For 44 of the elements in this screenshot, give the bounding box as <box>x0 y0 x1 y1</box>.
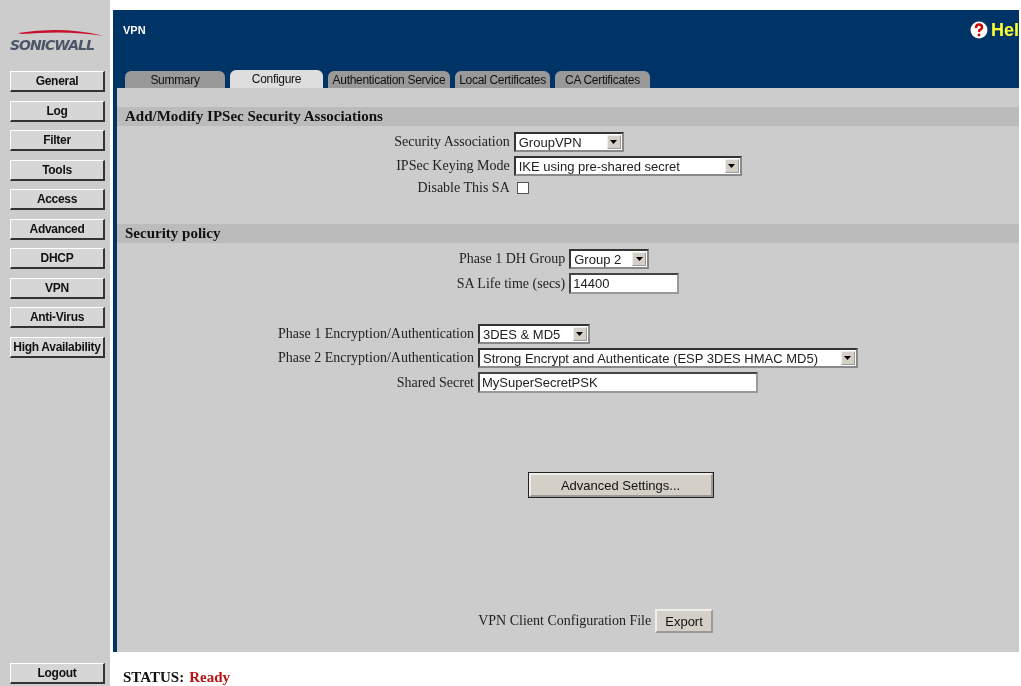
tab[interactable]: Summary <box>125 71 225 88</box>
section-header: Add/Modify IPSec Security Associations <box>117 107 1019 126</box>
field-label: Phase 1 DH Group <box>458 251 566 267</box>
nav-button[interactable]: Tools <box>10 159 105 181</box>
dropdown[interactable]: Strong Encrypt and Authenticate (ESP 3DES HMAC MD5) <box>478 348 858 368</box>
nav-button[interactable]: Log <box>10 100 105 122</box>
logout-button[interactable]: Logout <box>10 663 105 684</box>
status-label: STATUS: <box>123 669 185 686</box>
dropdown[interactable]: Group 2 <box>569 249 650 269</box>
nav-button[interactable]: DHCP <box>10 248 105 269</box>
input-field[interactable]: 14400 <box>569 273 680 294</box>
nav-button[interactable]: Advanced <box>10 218 105 240</box>
dropdown[interactable]: GroupVPN <box>513 132 624 152</box>
status-value: Ready <box>189 669 230 686</box>
export-button[interactable]: Export <box>655 609 713 633</box>
advanced-settings-button[interactable]: Advanced Settings... <box>528 473 713 497</box>
nav-button[interactable]: Filter <box>10 130 105 151</box>
question-icon <box>970 21 988 39</box>
input-field[interactable]: MySuperSecretPSK <box>478 372 758 393</box>
field-label: Phase 2 Encryption/Authentication <box>278 350 474 366</box>
help-link[interactable]: Hel <box>970 19 1019 41</box>
export-label: VPN Client Configuration File <box>478 613 652 629</box>
page-title: VPN <box>123 23 146 36</box>
field-label: Disable This SA <box>416 180 510 196</box>
field-label: Shared Secret <box>395 374 474 391</box>
nav-button[interactable]: High Availability <box>10 336 105 358</box>
nav-button[interactable]: General <box>10 71 105 92</box>
tab[interactable]: Configure <box>230 70 323 88</box>
nav-button[interactable]: VPN <box>10 277 105 299</box>
field-label: Security Association <box>394 134 510 150</box>
dropdown[interactable]: IKE using pre-shared secret <box>513 156 742 176</box>
field-label: IPSec Keying Mode <box>395 158 510 174</box>
nav-button[interactable]: Anti-Virus <box>10 307 105 328</box>
tab[interactable]: Local Certificates <box>455 71 550 88</box>
field-label: SA Life time (secs) <box>456 275 566 292</box>
checkbox[interactable] <box>516 182 529 194</box>
tab[interactable]: Authentication Service <box>328 71 450 88</box>
tab[interactable]: CA Certificates <box>555 71 650 88</box>
logo-text: SONICWALL <box>10 36 94 53</box>
swoosh-icon <box>18 28 104 37</box>
nav-button[interactable]: Access <box>10 189 105 210</box>
dropdown[interactable]: 3DES & MD5 <box>478 324 590 344</box>
field-label: Phase 1 Encryption/Authentication <box>278 326 474 342</box>
section-header: Security policy <box>117 224 1019 243</box>
